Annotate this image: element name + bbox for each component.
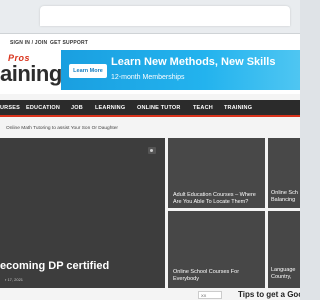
featured-post-main[interactable]: ecoming DP certified r 17, 2021 — [0, 138, 165, 288]
nav-item-courses[interactable]: URSES — [0, 105, 20, 111]
main-nav: URSES EDUCATION JOB LEARNING ONLINE TUTO… — [0, 100, 300, 117]
featured-post-date: r 17, 2021 — [5, 277, 24, 282]
top-links-bar: SIGN IN / JOIN GET SUPPORT — [0, 34, 300, 48]
post-title[interactable]: Online School Courses For Everybody — [173, 269, 261, 283]
featured-grid: ecoming DP certified r 17, 2021 Adult Ed… — [0, 138, 300, 290]
page: SIGN IN / JOIN GET SUPPORT Pros aining L… — [0, 0, 300, 300]
ad-subline: 12-month Memberships — [111, 74, 185, 81]
signin-link[interactable]: SIGN IN / JOIN — [10, 40, 47, 46]
nav-item-education[interactable]: EDUCATION — [26, 105, 60, 111]
address-bar[interactable] — [40, 6, 290, 26]
featured-post-online-school[interactable]: Online Sch Balancing — [268, 138, 300, 208]
section-heading: Tips to get a Goo — [238, 290, 300, 299]
support-link[interactable]: GET SUPPORT — [50, 40, 88, 46]
nav-item-training[interactable]: TRAINING — [224, 105, 252, 111]
nav-accent-line — [0, 115, 300, 117]
browser-toolbar — [0, 0, 300, 34]
featured-post-language[interactable]: Language Country, — [268, 211, 300, 288]
language-select[interactable]: XX — [198, 291, 222, 299]
bottom-strip: XX Tips to get a Goo — [0, 288, 300, 300]
featured-post-title[interactable]: ecoming DP certified — [0, 260, 109, 272]
ticker-headline[interactable]: Online Math Tutoring to assist Your Son … — [6, 126, 118, 131]
nav-item-job[interactable]: JOB — [71, 105, 83, 111]
post-title[interactable]: Language Country, — [271, 267, 300, 281]
featured-post-online-courses[interactable]: Online School Courses For Everybody — [168, 211, 265, 288]
featured-post-adult-education[interactable]: Adult Education Courses – Where Are You … — [168, 138, 265, 208]
ad-headline: Learn New Methods, New Skills — [111, 56, 276, 68]
nav-item-learning[interactable]: LEARNING — [95, 105, 125, 111]
news-ticker: Online Math Tutoring to assist Your Son … — [0, 124, 300, 134]
nav-item-online-tutor[interactable]: ONLINE TUTOR — [137, 105, 181, 111]
nav-item-teach[interactable]: TEACH — [193, 105, 213, 111]
site-header: Pros aining Learn More Learn New Methods… — [0, 48, 300, 94]
ad-banner[interactable]: Learn More Learn New Methods, New Skills… — [61, 50, 300, 90]
site-logo[interactable]: aining — [0, 61, 62, 87]
camera-icon — [148, 147, 156, 154]
learn-more-button[interactable]: Learn More — [69, 64, 107, 78]
post-title[interactable]: Adult Education Courses – Where Are You … — [173, 192, 263, 206]
post-title[interactable]: Online Sch Balancing — [271, 190, 300, 204]
